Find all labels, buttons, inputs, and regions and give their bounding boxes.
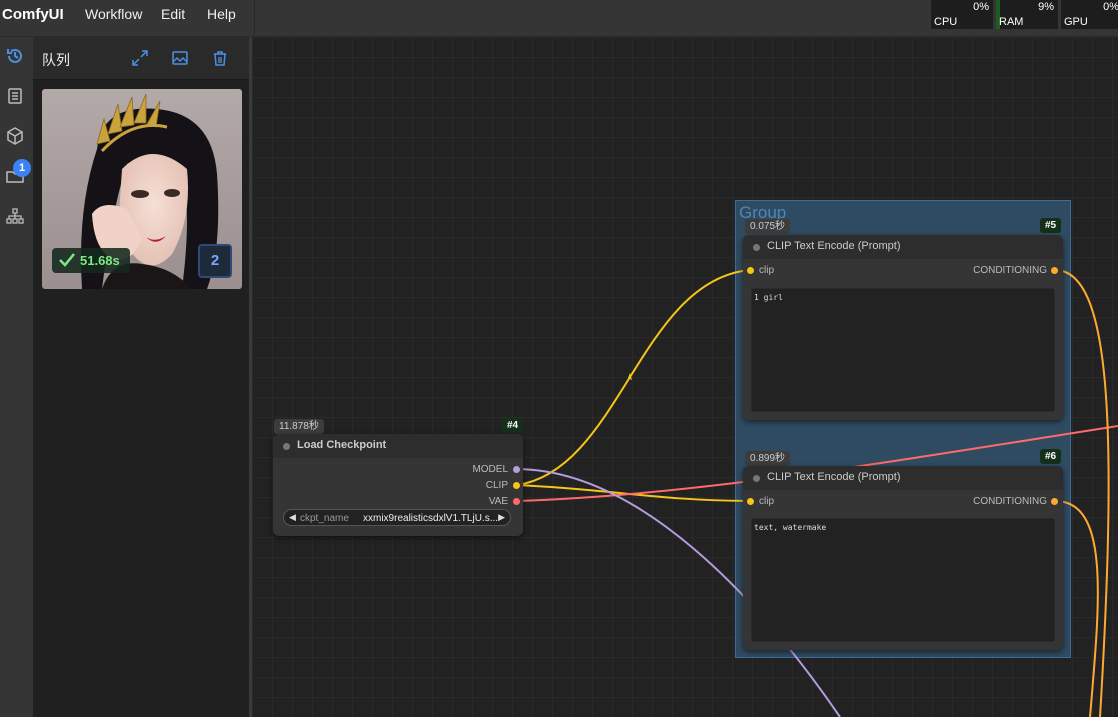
prompt-textarea[interactable]: 1 girl [751, 288, 1055, 412]
combo-prev-arrow[interactable]: ◀ [289, 512, 296, 523]
output-conditioning-slot[interactable] [1051, 267, 1058, 274]
load-checkpoint-node[interactable]: Load Checkpoint MODEL CLIP VAE ◀ ckpt_na… [273, 434, 523, 536]
node-header[interactable]: CLIP Text Encode (Prompt) [743, 466, 1063, 490]
collapse-dot[interactable] [283, 443, 290, 450]
ckpt-name-combo[interactable]: ◀ ckpt_name xxmix9realisticsdxlV1.TLjU.s… [283, 509, 511, 526]
output-model-label: MODEL [472, 464, 508, 475]
node-title: CLIP Text Encode (Prompt) [767, 240, 901, 252]
input-clip-slot[interactable] [747, 498, 754, 505]
collapse-dot[interactable] [753, 244, 760, 251]
clip-link-positive [516, 269, 751, 486]
input-clip-slot[interactable] [747, 267, 754, 274]
node-6-id: #6 [1040, 449, 1062, 464]
combo-next-arrow[interactable]: ▶ [498, 512, 505, 523]
output-conditioning-label: CONDITIONING [973, 265, 1047, 276]
node-6-timer: 0.899秒 [745, 451, 791, 466]
conditioning-link-positive [1054, 269, 1110, 717]
clip-text-encode-negative-node[interactable]: CLIP Text Encode (Prompt) clip CONDITION… [743, 466, 1063, 650]
node-header[interactable]: Load Checkpoint [273, 434, 523, 458]
combo-name: ckpt_name [300, 513, 349, 524]
node-4-timer: 11.878秒 [274, 419, 324, 434]
combo-value: xxmix9realisticsdxlV1.TLjU.s... [363, 513, 499, 524]
node-4-id: #4 [502, 418, 524, 433]
output-vae-slot[interactable] [513, 498, 520, 505]
comfyui-window: { "app": { "logo": "ComfyUI", "menu": ["… [0, 0, 1118, 717]
input-clip-label: clip [759, 496, 775, 507]
node-title: Load Checkpoint [297, 439, 387, 451]
node-header[interactable]: CLIP Text Encode (Prompt) [743, 235, 1063, 259]
input-clip-label: clip [759, 265, 775, 276]
output-conditioning-slot[interactable] [1051, 498, 1058, 505]
output-clip-slot[interactable] [513, 482, 520, 489]
prompt-textarea[interactable]: text, watermake [751, 518, 1055, 642]
collapse-dot[interactable] [753, 475, 760, 482]
output-clip-label: CLIP [485, 480, 508, 491]
node-5-id: #5 [1040, 218, 1062, 233]
node-title: CLIP Text Encode (Prompt) [767, 471, 901, 483]
output-conditioning-label: CONDITIONING [973, 496, 1047, 507]
clip-text-encode-positive-node[interactable]: CLIP Text Encode (Prompt) clip CONDITION… [743, 235, 1063, 420]
output-vae-label: VAE [488, 496, 508, 507]
output-model-slot[interactable] [513, 466, 520, 473]
node-5-timer: 0.075秒 [745, 219, 791, 234]
